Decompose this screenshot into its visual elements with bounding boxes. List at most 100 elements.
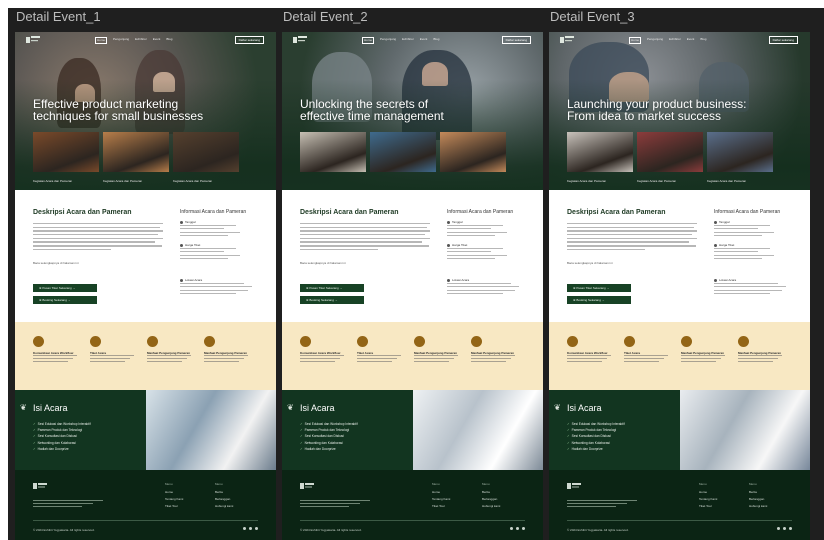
- nav-link[interactable]: Exhibitor: [669, 37, 681, 44]
- footer-link[interactable]: Tiket Tour: [165, 504, 183, 508]
- booking-button[interactable]: ⊕ Booking Sekarang →: [300, 296, 364, 304]
- info-label: Lokasi Acara: [714, 278, 794, 282]
- social-icon[interactable]: [789, 527, 792, 530]
- gallery-thumbnail[interactable]: [173, 132, 239, 172]
- nav-link[interactable]: Exhibitor: [135, 37, 147, 44]
- social-icon[interactable]: [249, 527, 252, 530]
- social-icon[interactable]: [255, 527, 258, 530]
- footer-link[interactable]: Hubungi kami: [215, 504, 233, 508]
- event-detail-artboard[interactable]: Home Pengunjung Exhibitor Event Blog Daftar …: [15, 32, 276, 540]
- footer-description: [567, 500, 637, 509]
- gallery-thumbnail[interactable]: [707, 132, 773, 172]
- nav-link[interactable]: Home: [362, 37, 375, 44]
- social-icon[interactable]: [777, 527, 780, 530]
- frame-title[interactable]: Detail Event_3: [550, 9, 635, 25]
- logo-icon[interactable]: [26, 35, 40, 45]
- gallery-thumbnail[interactable]: [300, 132, 366, 172]
- read-more-link[interactable]: Baca selengkapnya di halaman ini: [33, 261, 79, 265]
- event-content-photo: [680, 390, 810, 470]
- nav-link[interactable]: Event: [420, 37, 428, 44]
- register-button[interactable]: Daftar sekarang: [768, 36, 798, 44]
- register-button[interactable]: Daftar sekarang: [234, 36, 264, 44]
- feature-icon: [300, 336, 311, 347]
- nav-link[interactable]: Pengunjung: [380, 37, 396, 44]
- frame-title[interactable]: Detail Event_2: [283, 9, 368, 25]
- text-line: [447, 257, 495, 259]
- footer-link[interactable]: Berita: [215, 490, 233, 494]
- footer-logo-icon[interactable]: [567, 482, 581, 490]
- gallery-thumbnail[interactable]: [567, 132, 633, 172]
- social-icon[interactable]: [516, 527, 519, 530]
- footer-menu-title: Menu: [165, 482, 173, 486]
- footer-link[interactable]: Berlanggan: [482, 497, 500, 501]
- footer-logo-icon[interactable]: [33, 482, 47, 490]
- text-line: [447, 231, 507, 233]
- event-detail-artboard[interactable]: Home Pengunjung Exhibitor Event Blog Daftar …: [282, 32, 543, 540]
- social-icon[interactable]: [522, 527, 525, 530]
- footer-link[interactable]: Tentang Kami: [699, 497, 717, 501]
- footer-link[interactable]: Hubungi kami: [482, 504, 500, 508]
- hero-title: Unlocking the secrets of effective time …: [300, 98, 500, 122]
- nav-link[interactable]: Blog: [433, 37, 439, 44]
- social-icon[interactable]: [243, 527, 246, 530]
- feature-item: Komunikasi Acara Workflow: [300, 336, 350, 364]
- feature-icon: [147, 336, 158, 347]
- register-button[interactable]: Daftar sekarang: [501, 36, 531, 44]
- footer-link[interactable]: Home: [432, 490, 450, 494]
- nav-link[interactable]: Blog: [166, 37, 172, 44]
- info-label: Lokasi Acara: [180, 278, 260, 282]
- social-icon[interactable]: [510, 527, 513, 530]
- nav-link[interactable]: Exhibitor: [402, 37, 414, 44]
- footer-link[interactable]: Tentang Kami: [432, 497, 450, 501]
- frame-title[interactable]: Detail Event_1: [16, 9, 101, 25]
- hero-section: Home Pengunjung Exhibitor Event Blog Daftar …: [549, 32, 810, 190]
- nav-link[interactable]: Home: [95, 37, 108, 44]
- footer-link[interactable]: Tentang Kami: [165, 497, 183, 501]
- buy-ticket-button[interactable]: ⊕ Pesan Tiket Sekarang →: [567, 284, 631, 292]
- gallery-thumbnail[interactable]: [103, 132, 169, 172]
- nav-link[interactable]: Home: [629, 37, 642, 44]
- text-line: [33, 241, 156, 243]
- check-icon: ✓: [33, 434, 36, 439]
- event-detail-artboard[interactable]: Home Pengunjung Exhibitor Event Blog Daftar …: [549, 32, 810, 540]
- text-line: [567, 226, 695, 229]
- event-content-list: ✓ Sesi Edukasi dan Workshop Interaktif ✓ Pa…: [300, 421, 358, 452]
- info-bullet-icon: [447, 278, 450, 282]
- read-more-link[interactable]: Baca selengkapnya di halaman ini: [567, 261, 613, 265]
- footer-link[interactable]: Berlanggan: [215, 497, 233, 501]
- nav-link[interactable]: Pengunjung: [647, 37, 663, 44]
- gallery-thumbnail[interactable]: [637, 132, 703, 172]
- social-icon[interactable]: [783, 527, 786, 530]
- check-icon: ✓: [33, 428, 36, 433]
- event-content-item: ✓ Hadiah dan Doorprize: [33, 446, 69, 451]
- footer-link[interactable]: Berlanggan: [749, 497, 767, 501]
- gallery-captions: Kegiatan Acara dan Pameran Kegiatan Acara…: [33, 179, 239, 183]
- footer-link[interactable]: Tiket Tour: [432, 504, 450, 508]
- read-more-link[interactable]: Baca selengkapnya di halaman ini: [300, 261, 346, 265]
- nav-link[interactable]: Blog: [700, 37, 706, 44]
- booking-button[interactable]: ⊕ Booking Sekarang →: [33, 296, 97, 304]
- buy-ticket-button[interactable]: ⊕ Pesan Tiket Sekarang →: [300, 284, 364, 292]
- booking-button[interactable]: ⊕ Booking Sekarang →: [567, 296, 631, 304]
- feature-item: Komunikasi Acara Workflow: [33, 336, 83, 364]
- feature-icon: [33, 336, 44, 347]
- gallery-thumbnail[interactable]: [33, 132, 99, 172]
- gallery-thumbnail[interactable]: [440, 132, 506, 172]
- footer-link[interactable]: Hubungi kami: [749, 504, 767, 508]
- info-location: Lokasi Acara: [447, 278, 527, 296]
- footer-link[interactable]: Berita: [482, 490, 500, 494]
- footer-link[interactable]: Home: [165, 490, 183, 494]
- leaf-icon: ❦: [20, 403, 27, 412]
- nav-link[interactable]: Pengunjung: [113, 37, 129, 44]
- nav-link[interactable]: Event: [687, 37, 695, 44]
- buy-ticket-button[interactable]: ⊕ Pesan Tiket Sekarang →: [33, 284, 97, 292]
- footer-link[interactable]: Tiket Tour: [699, 504, 717, 508]
- logo-icon[interactable]: [560, 35, 574, 45]
- footer-logo-icon[interactable]: [300, 482, 314, 490]
- gallery-thumbnail[interactable]: [370, 132, 436, 172]
- text-line: [300, 237, 430, 240]
- nav-link[interactable]: Event: [153, 37, 161, 44]
- footer-link[interactable]: Berita: [749, 490, 767, 494]
- logo-icon[interactable]: [293, 35, 307, 45]
- footer-link[interactable]: Home: [699, 490, 717, 494]
